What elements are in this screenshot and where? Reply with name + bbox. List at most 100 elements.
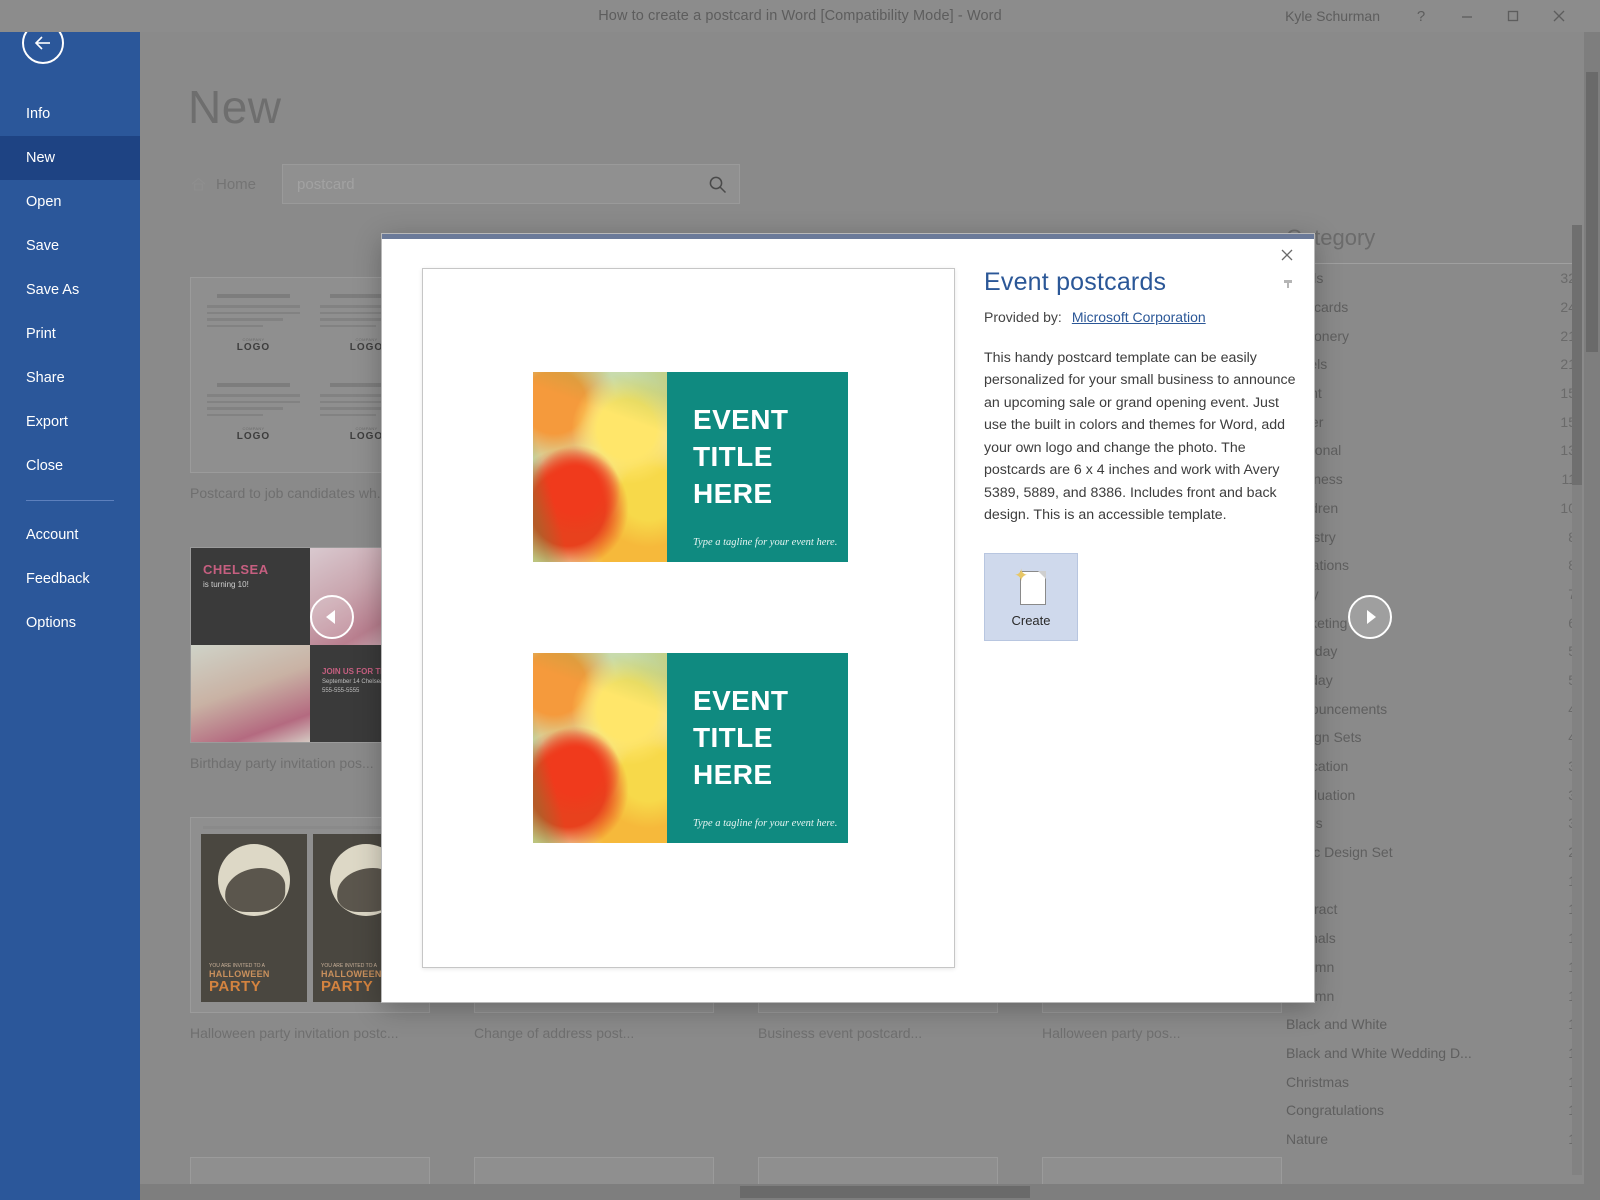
category-row[interactable]: Postcards 24 — [1286, 293, 1576, 322]
category-row[interactable]: Event15 — [1286, 379, 1576, 408]
sidebar-item-feedback[interactable]: Feedback — [0, 557, 140, 601]
category-row[interactable]: Abstract1 — [1286, 895, 1576, 924]
sidebar-item-save-as[interactable]: Save As — [0, 268, 140, 312]
sidebar-item-options[interactable]: Options — [0, 601, 140, 645]
category-label: Black and White Wedding D... — [1286, 1044, 1472, 1061]
nav-label: Info — [26, 106, 51, 122]
category-row[interactable]: Marketing6 — [1286, 608, 1576, 637]
help-button[interactable]: ? — [1398, 0, 1444, 32]
home-icon — [191, 177, 206, 191]
category-row[interactable]: Party7 — [1286, 580, 1576, 609]
halloween-big: PARTY — [209, 978, 262, 995]
close-button[interactable] — [1536, 0, 1582, 32]
category-label: Congratulations — [1286, 1102, 1385, 1119]
sidebar-item-info[interactable]: Info — [0, 92, 140, 136]
dialog-close-button[interactable] — [1274, 242, 1300, 268]
category-scrollbar[interactable] — [1572, 225, 1582, 1175]
maximize-icon — [1507, 10, 1519, 22]
bday-sub: is turning 10! — [203, 580, 249, 589]
home-breadcrumb[interactable]: Home — [190, 176, 256, 193]
template-info-pane: Event postcards Provided by: Microsoft C… — [984, 268, 1304, 641]
category-row[interactable]: Nature1 — [1286, 1125, 1576, 1154]
page-scrollbar[interactable] — [1584, 32, 1600, 1200]
category-row[interactable]: Cards32 — [1286, 264, 1576, 293]
logo-text: LOGO — [349, 342, 384, 353]
category-label: Black and White — [1286, 1016, 1388, 1033]
sidebar-item-print[interactable]: Print — [0, 312, 140, 356]
previous-template-button[interactable] — [310, 595, 354, 639]
close-icon — [1553, 10, 1565, 22]
sidebar-item-new[interactable]: New — [0, 136, 140, 180]
category-row[interactable]: Black and White1 — [1286, 1010, 1576, 1039]
template-caption: Halloween party pos... — [1042, 1025, 1181, 1041]
create-button[interactable]: ✦ Create — [984, 553, 1078, 641]
category-row[interactable]: Industry8 — [1286, 522, 1576, 551]
category-row[interactable]: Design Sets4 — [1286, 723, 1576, 752]
nav-label: Save As — [26, 282, 80, 298]
category-row[interactable]: Notes3 — [1286, 809, 1576, 838]
category-row[interactable]: Autumn1 — [1286, 981, 1576, 1010]
create-button-label: Create — [1011, 612, 1051, 628]
template-caption: Business event postcard... — [758, 1025, 923, 1041]
postcard-title-line1: EVENT — [693, 404, 789, 435]
provided-by-row: Provided by: Microsoft Corporation — [984, 309, 1304, 325]
search-button[interactable] — [707, 174, 729, 201]
category-row[interactable]: Basic Design Set2 — [1286, 838, 1576, 867]
category-row[interactable]: Personal13 — [1286, 436, 1576, 465]
horizontal-scrollbar[interactable] — [140, 1184, 1584, 1200]
sidebar-item-account[interactable]: Account — [0, 513, 140, 557]
previous-arrow-icon — [326, 610, 335, 624]
title-bar-controls: Kyle Schurman ? — [1285, 0, 1582, 32]
close-icon — [1281, 249, 1293, 261]
category-row[interactable]: Autumn1 — [1286, 953, 1576, 982]
sidebar-item-close[interactable]: Close — [0, 444, 140, 488]
category-panel: Category Cards32Postcards24Stationery21L… — [1286, 225, 1576, 1153]
nav-label: Feedback — [26, 571, 90, 587]
sidebar-item-open[interactable]: Open — [0, 180, 140, 224]
search-input-value: postcard — [297, 175, 355, 193]
back-arrow-icon — [34, 36, 50, 50]
logo-text: LOGO — [236, 431, 271, 442]
category-row[interactable]: Invitations8 — [1286, 551, 1576, 580]
category-row[interactable]: Birthday5 — [1286, 637, 1576, 666]
dialog-accent-bar — [382, 234, 1314, 239]
provider-link[interactable]: Microsoft Corporation — [1072, 309, 1206, 325]
nav-label: New — [26, 150, 56, 166]
account-name[interactable]: Kyle Schurman — [1285, 8, 1398, 24]
category-row[interactable]: Black and White Wedding D...1 — [1286, 1039, 1576, 1068]
category-row[interactable]: Animals1 — [1286, 924, 1576, 953]
category-row[interactable]: Congratulations1 — [1286, 1096, 1576, 1125]
horizontal-scrollbar-thumb[interactable] — [740, 1186, 1030, 1198]
page-scrollbar-thumb[interactable] — [1586, 72, 1598, 352]
category-row[interactable]: Holiday5 — [1286, 666, 1576, 695]
search-icon — [709, 176, 727, 194]
postcard-preview-back: EVENT TITLE HERE Type a tagline for your… — [533, 653, 848, 843]
maximize-button[interactable] — [1490, 0, 1536, 32]
category-row[interactable]: Graduation3 — [1286, 780, 1576, 809]
category-row[interactable]: 1 — [1286, 866, 1576, 895]
category-row[interactable]: Labels21 — [1286, 350, 1576, 379]
template-title: Event postcards — [984, 268, 1167, 296]
category-row[interactable]: Business 11 — [1286, 465, 1576, 494]
nav-label: Close — [26, 458, 64, 474]
new-document-icon: ✦ — [1014, 567, 1048, 607]
category-row[interactable]: Children10 — [1286, 494, 1576, 523]
template-description: This handy postcard template can be easi… — [984, 350, 1296, 524]
category-row[interactable]: Education3 — [1286, 752, 1576, 781]
postcard-title-line2: TITLE — [693, 440, 773, 472]
search-input[interactable]: postcard — [282, 164, 741, 204]
category-row[interactable]: Christmas1 — [1286, 1067, 1576, 1096]
sidebar-item-save[interactable]: Save — [0, 224, 140, 268]
category-list: Cards32Postcards24Stationery21Labels21Ev… — [1286, 264, 1576, 1153]
sidebar-item-share[interactable]: Share — [0, 356, 140, 400]
category-scrollbar-thumb[interactable] — [1572, 225, 1582, 485]
sidebar-item-export[interactable]: Export — [0, 400, 140, 444]
logo-text: LOGO — [349, 431, 384, 442]
provided-by-label: Provided by: — [984, 309, 1062, 325]
category-row[interactable]: Announcements4 — [1286, 694, 1576, 723]
next-template-button[interactable] — [1348, 595, 1392, 639]
minimize-button[interactable] — [1444, 0, 1490, 32]
category-row[interactable]: Paper15 — [1286, 407, 1576, 436]
category-row[interactable]: Stationery 21 — [1286, 321, 1576, 350]
nav-label: Open — [26, 194, 62, 210]
